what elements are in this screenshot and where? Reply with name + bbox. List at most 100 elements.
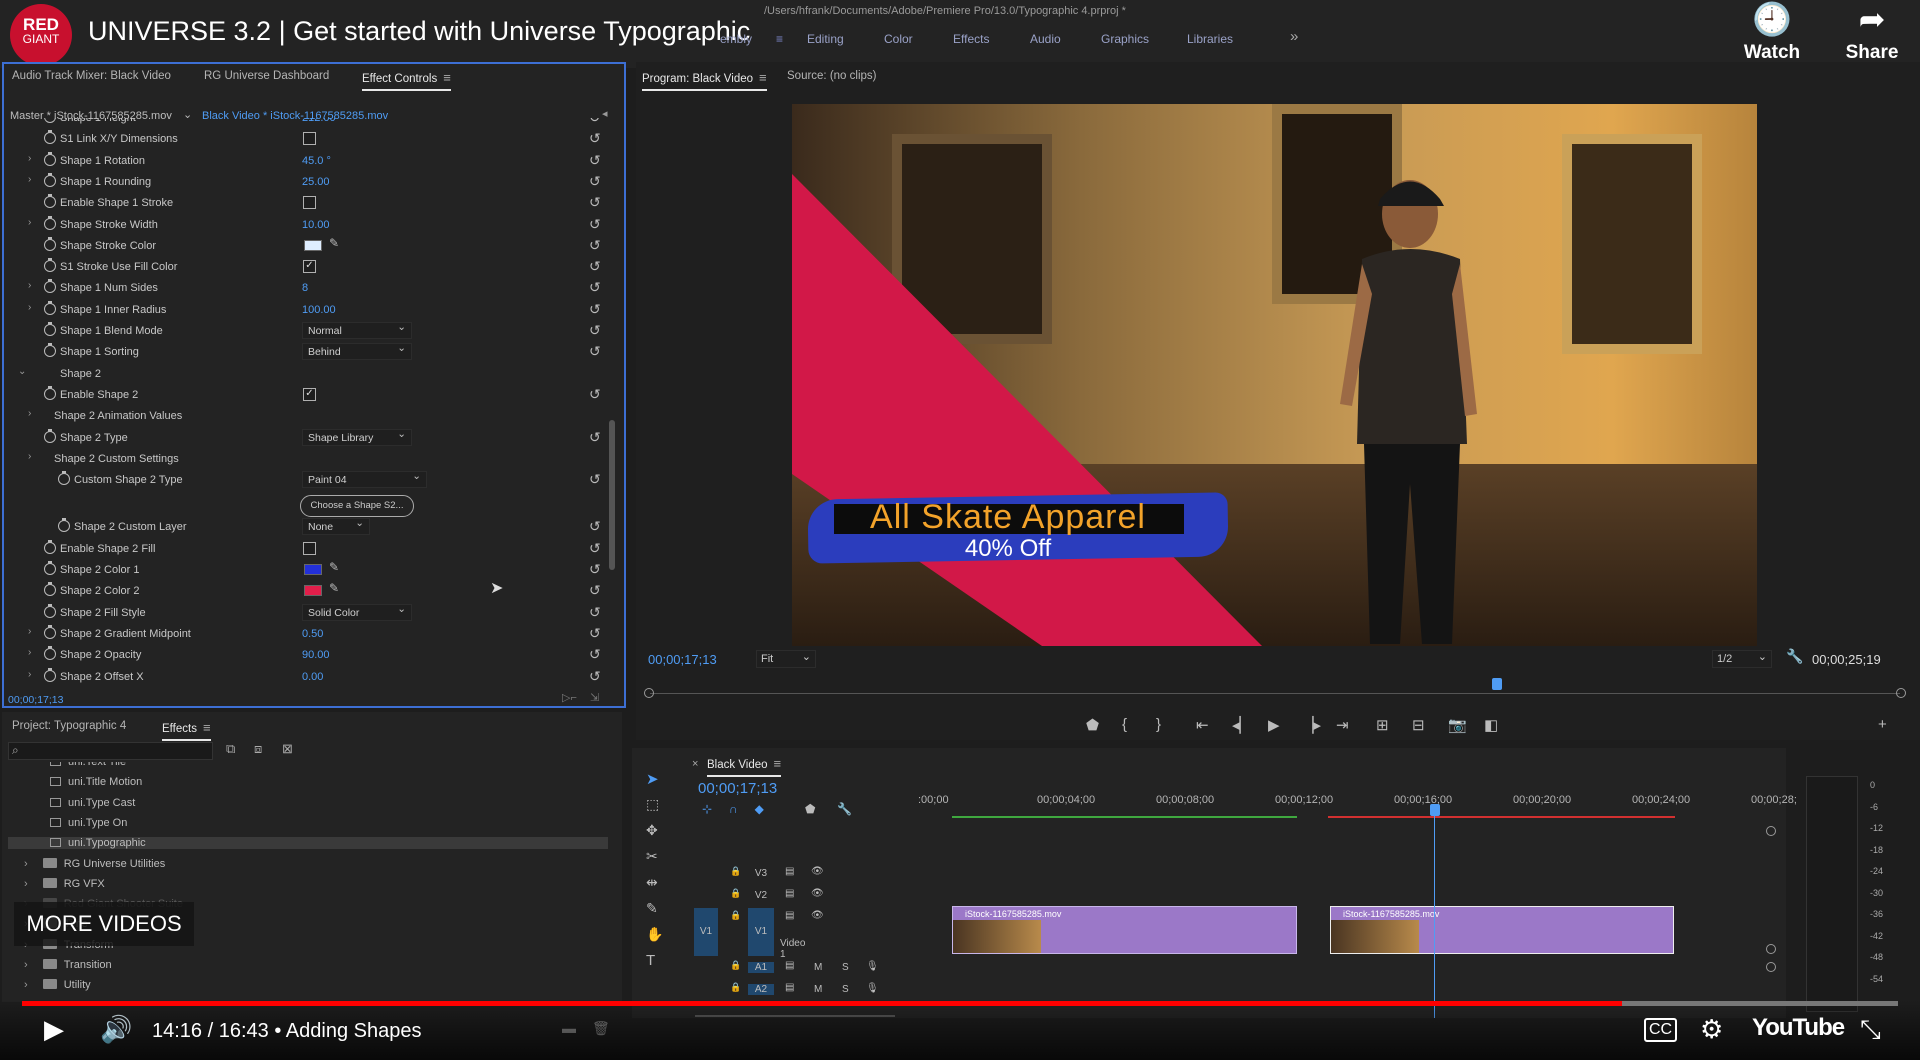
go-to-in-icon[interactable]: ⇤ <box>1196 716 1209 734</box>
reset-icon[interactable]: ↺ <box>589 604 601 621</box>
ripple-edit-tool-icon[interactable]: ✥ <box>646 822 658 839</box>
reset-icon[interactable]: ↺ <box>589 429 601 446</box>
param-row[interactable]: Shape 2 Color 1 ✎ ↺ <box>4 560 614 581</box>
scroll-handle[interactable] <box>1766 962 1776 972</box>
add-button-icon[interactable]: + <box>1878 716 1887 733</box>
resolution-dropdown[interactable]: 1/2 ⌄ <box>1712 650 1772 668</box>
effect-preset-item[interactable]: uni.Typographic <box>8 837 608 850</box>
reset-icon[interactable]: ↺ <box>589 646 601 663</box>
more-videos-button[interactable]: MORE VIDEOS <box>14 902 194 946</box>
comparison-view-icon[interactable]: ◧ <box>1484 716 1498 734</box>
stopwatch-icon[interactable] <box>44 561 56 575</box>
param-dropdown[interactable]: None <box>302 517 370 536</box>
param-row[interactable]: › Shape 2 Offset X 0.00 ↺ <box>4 667 614 688</box>
mark-in-icon[interactable]: { <box>1122 716 1127 733</box>
step-back-icon[interactable]: ◂▏ <box>1232 716 1251 734</box>
settings-gear-icon[interactable]: ⚙ <box>1700 1014 1723 1045</box>
param-row[interactable]: › Shape 1 Num Sides 8 ↺ <box>4 278 614 299</box>
param-row[interactable]: › Shape 1 Inner Radius 100.00 ↺ <box>4 300 614 321</box>
reset-icon[interactable]: ↺ <box>589 216 601 233</box>
more-workspaces-icon[interactable]: » <box>1290 28 1298 45</box>
param-row[interactable]: S1 Link X/Y Dimensions ↺ <box>4 129 614 150</box>
video-title[interactable]: UNIVERSE 3.2 | Get started with Universe… <box>88 16 750 47</box>
wrench-icon[interactable]: 🔧 <box>1786 648 1803 665</box>
twirl-arrow-icon[interactable]: › <box>24 878 31 890</box>
volume-icon[interactable]: 🔊 <box>100 1014 132 1045</box>
effect-preset-item[interactable]: uni.Title Motion <box>50 776 142 788</box>
yuv-effects-icon[interactable]: ⊠ <box>282 741 293 757</box>
razor-tool-icon[interactable]: ✂ <box>646 848 658 865</box>
param-value[interactable]: 25.00 <box>302 176 330 188</box>
play-icon[interactable]: ▶ <box>1268 716 1280 734</box>
ec-timecode[interactable]: 00;00;17;13 <box>8 694 63 706</box>
twirl-arrow-icon[interactable]: › <box>28 408 31 419</box>
stopwatch-icon[interactable] <box>44 300 56 315</box>
scrollbar[interactable] <box>609 420 615 570</box>
timeline-tool-icons[interactable]: ⊹∩◆ <box>702 802 781 816</box>
reset-icon[interactable]: ↺ <box>589 518 601 535</box>
stopwatch-icon[interactable] <box>44 130 56 145</box>
sync-lock-icon[interactable]: ▤ <box>785 982 794 993</box>
chapter-title[interactable]: • Adding Shapes <box>274 1020 421 1042</box>
param-row[interactable]: Enable Shape 1 Stroke ↺ <box>4 193 614 214</box>
param-checkbox[interactable] <box>303 541 316 555</box>
reset-icon[interactable]: ↺ <box>589 343 601 360</box>
effect-folder-item[interactable]: › RG VFX <box>24 877 105 890</box>
param-value[interactable]: 100.00 <box>302 304 336 316</box>
program-scrubber-track[interactable] <box>650 693 1900 694</box>
program-playhead[interactable] <box>1492 678 1502 690</box>
add-marker-icon[interactable]: ⬟ <box>805 802 815 816</box>
reset-icon[interactable]: ↺ <box>589 540 601 557</box>
program-timecode[interactable]: 00;00;17;13 <box>648 652 717 667</box>
sync-lock-icon[interactable]: ▤ <box>785 888 794 899</box>
twirl-arrow-icon[interactable]: › <box>28 302 31 313</box>
lock-icon[interactable]: 🔒 <box>730 888 741 899</box>
mute-button[interactable]: M <box>814 984 822 995</box>
slip-tool-icon[interactable]: ⇹ <box>646 874 658 891</box>
param-row[interactable]: Shape 2 Fill Style Solid Color ↺ <box>4 603 614 624</box>
sync-lock-icon[interactable]: ▤ <box>785 910 794 921</box>
choose-shape-button[interactable]: Choose a Shape S2... <box>300 495 414 517</box>
lock-icon[interactable]: 🔒 <box>730 910 741 921</box>
stopwatch-icon[interactable] <box>44 215 56 230</box>
reset-icon[interactable]: ↺ <box>589 582 601 599</box>
param-row[interactable]: Shape 2 Custom Layer None ↺ <box>4 517 614 538</box>
stopwatch-icon[interactable] <box>44 646 56 661</box>
param-group-row[interactable]: ⌄ Shape 2 <box>4 364 614 385</box>
zoom-fit-dropdown[interactable]: Fit ⌄ <box>756 650 816 668</box>
tab-audio-track-mixer[interactable]: Audio Track Mixer: Black Video <box>12 70 171 82</box>
video-clip-1[interactable]: iStock-1167585285.mov <box>952 906 1297 954</box>
reset-icon[interactable]: ↺ <box>589 173 601 190</box>
param-row[interactable]: Custom Shape 2 Type Paint 04 ↺ <box>4 470 614 491</box>
workspace-tab-libraries[interactable]: Libraries <box>1187 32 1233 46</box>
param-dropdown[interactable]: Normal <box>302 321 412 339</box>
reset-icon[interactable]: ↺ <box>589 561 601 578</box>
param-dropdown[interactable]: Behind <box>302 342 412 361</box>
param-value[interactable]: 0.50 <box>302 628 323 640</box>
stopwatch-icon[interactable] <box>44 667 56 682</box>
add-marker-icon[interactable]: ⬟ <box>1086 716 1099 734</box>
twirl-arrow-icon[interactable]: › <box>28 626 31 637</box>
step-forward-icon[interactable]: ▕▸ <box>1302 716 1321 734</box>
reset-icon[interactable]: ↺ <box>589 668 601 685</box>
mute-button[interactable]: M <box>814 962 822 973</box>
timeline-playhead-handle[interactable] <box>1430 804 1440 816</box>
reset-icon[interactable]: ↺ <box>589 279 601 296</box>
param-dropdown[interactable]: Solid Color <box>302 603 412 621</box>
param-dropdown[interactable]: Shape Library <box>302 428 412 446</box>
track-name[interactable]: A2 <box>748 984 774 995</box>
stopwatch-icon[interactable] <box>44 194 56 209</box>
param-row[interactable]: Shape 2 Type Shape Library ↺ <box>4 428 614 449</box>
lock-icon[interactable]: 🔒 <box>730 866 741 877</box>
workspace-menu-icon[interactable]: ≡ <box>776 32 783 46</box>
tab-effects[interactable]: Effects ≡ <box>162 720 211 741</box>
eyedropper-icon[interactable]: ✎ <box>329 581 339 595</box>
sync-lock-icon[interactable]: ▤ <box>785 960 794 971</box>
microphone-icon[interactable]: 🎙 <box>866 983 879 994</box>
param-row[interactable]: › Shape 1 Rotation 45.0 ° ↺ <box>4 151 614 172</box>
param-value[interactable]: 45.0 ° <box>302 155 331 167</box>
stopwatch-icon[interactable] <box>44 385 56 400</box>
play-icon[interactable]: ▶ <box>44 1014 64 1045</box>
timeline-timecode[interactable]: 00;00;17;13 <box>698 780 777 797</box>
effects-search-input[interactable]: ⌕ <box>8 742 213 760</box>
